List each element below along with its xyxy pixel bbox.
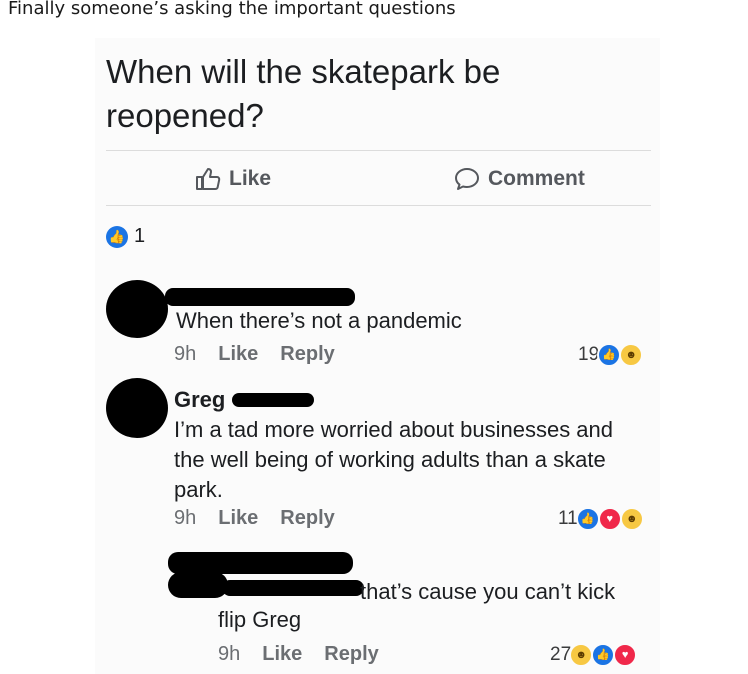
comment-1-time: 9h xyxy=(174,343,197,365)
comment-3-text-line2: flip Greg xyxy=(218,607,302,632)
comment-1-like-button[interactable]: Like xyxy=(218,343,258,366)
like-label: Like xyxy=(229,167,272,190)
like-reaction-icon: 👍 xyxy=(597,343,622,367)
love-reaction-icon: ♥ xyxy=(597,507,622,531)
redacted-avatar xyxy=(106,280,168,338)
comment-action-button[interactable]: Comment xyxy=(454,167,585,191)
comment-1-meta: 9h Like Reply xyxy=(174,343,335,366)
comment-2-body: Greg I’m a tad more worried about busine… xyxy=(174,385,624,505)
redacted-name xyxy=(165,288,355,306)
comment-2-reactions[interactable]: 11 👍 ♥ ☻ xyxy=(558,507,644,531)
comment-1-reactions[interactable]: 19 👍 ☻ xyxy=(578,343,644,367)
divider-top xyxy=(106,150,651,151)
comment-3-reply-button[interactable]: Reply xyxy=(324,643,378,666)
comment-3-text-line1: that’s cause you can’t kick xyxy=(360,579,616,604)
comment-1-reaction-count: 19 xyxy=(578,344,600,365)
love-reaction-icon: ♥ xyxy=(613,643,638,667)
haha-reaction-icon: ☻ xyxy=(619,343,644,367)
redacted-avatar xyxy=(168,572,228,598)
speech-bubble-icon xyxy=(454,167,480,191)
comment-2-meta: 9h Like Reply xyxy=(174,507,335,530)
comment-label: Comment xyxy=(488,167,585,190)
post-question: When will the skatepark be reopened? xyxy=(106,53,501,134)
post-caption: Finally someone’s asking the important q… xyxy=(8,0,456,19)
haha-reaction-icon: ☻ xyxy=(619,507,644,531)
like-reaction-icon: 👍 xyxy=(591,643,616,667)
redacted-name xyxy=(222,580,364,596)
comment-1-text: When there’s not a pandemic xyxy=(176,308,462,333)
comment-2-author[interactable]: Greg xyxy=(174,385,624,415)
comment-2-reply-button[interactable]: Reply xyxy=(280,507,334,530)
comment-1-reply-button[interactable]: Reply xyxy=(280,343,334,366)
comment-2-text: I’m a tad more worried about businesses … xyxy=(174,417,614,502)
comment-2-reaction-count: 11 xyxy=(558,508,578,529)
like-reaction-icon: 👍 xyxy=(575,507,600,531)
redacted-name xyxy=(168,552,353,574)
comment-2-like-button[interactable]: Like xyxy=(218,507,258,530)
like-action-button[interactable]: Like xyxy=(195,167,271,191)
comment-3-reactions[interactable]: 27 ☻ 👍 ♥ xyxy=(550,643,638,667)
post-reaction-summary[interactable]: 👍 1 xyxy=(106,225,145,248)
comment-3-meta: 9h Like Reply xyxy=(218,643,379,666)
divider-bottom xyxy=(106,205,651,206)
thumbs-up-icon xyxy=(195,167,221,191)
comment-3-like-button[interactable]: Like xyxy=(262,643,302,666)
reaction-count: 1 xyxy=(134,225,146,247)
comment-3-reaction-count: 27 xyxy=(550,644,572,665)
comment-2-time: 9h xyxy=(174,507,197,529)
comment-3-time: 9h xyxy=(218,643,241,665)
redacted-avatar xyxy=(106,378,168,438)
like-reaction-icon: 👍 xyxy=(106,225,128,248)
haha-reaction-icon: ☻ xyxy=(569,643,594,667)
